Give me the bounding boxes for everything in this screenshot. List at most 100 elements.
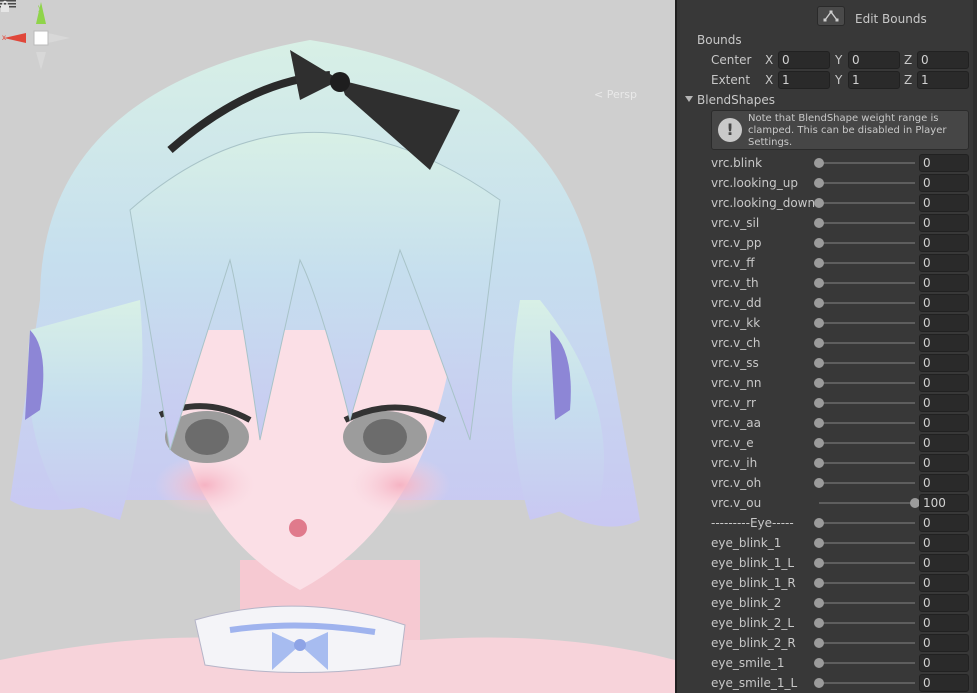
- blendshape-slider-thumb[interactable]: [814, 518, 824, 528]
- blendshape-label: vrc.v_ou: [711, 496, 762, 510]
- blendshape-slider-track[interactable]: [819, 682, 915, 684]
- blendshape-slider-thumb[interactable]: [814, 438, 824, 448]
- blendshape-slider-thumb[interactable]: [814, 418, 824, 428]
- blendshape-value-field[interactable]: 0: [919, 174, 969, 192]
- blendshape-value-field[interactable]: 0: [919, 474, 969, 492]
- blendshape-value-field[interactable]: 0: [919, 454, 969, 472]
- blendshape-slider-thumb[interactable]: [814, 478, 824, 488]
- blendshape-slider-thumb[interactable]: [814, 298, 824, 308]
- blendshape-slider-thumb[interactable]: [814, 638, 824, 648]
- blendshape-slider-track[interactable]: [819, 162, 915, 164]
- blendshape-slider-thumb[interactable]: [814, 278, 824, 288]
- blendshape-slider-thumb[interactable]: [814, 178, 824, 188]
- center-y-field[interactable]: 0: [848, 51, 900, 69]
- blendshape-value-field[interactable]: 0: [919, 654, 969, 672]
- blendshape-value-field[interactable]: 0: [919, 254, 969, 272]
- extent-y-field[interactable]: 1: [848, 71, 900, 89]
- blendshape-slider-thumb[interactable]: [814, 378, 824, 388]
- blendshape-slider-thumb[interactable]: [814, 458, 824, 468]
- blendshape-value-field[interactable]: 0: [919, 554, 969, 572]
- blendshape-value-field[interactable]: 100: [919, 494, 969, 512]
- blendshape-slider-track[interactable]: [819, 182, 915, 184]
- blendshapes-header[interactable]: BlendShapes: [697, 93, 775, 107]
- blendshape-value-field[interactable]: 0: [919, 234, 969, 252]
- blendshape-slider-thumb[interactable]: [814, 218, 824, 228]
- blendshape-value-field[interactable]: 0: [919, 394, 969, 412]
- blendshape-slider-track[interactable]: [819, 622, 915, 624]
- blendshape-value-field[interactable]: 0: [919, 154, 969, 172]
- blendshape-value-field[interactable]: 0: [919, 194, 969, 212]
- blendshape-slider-track[interactable]: [819, 462, 915, 464]
- blendshape-value-field[interactable]: 0: [919, 354, 969, 372]
- blendshape-slider-thumb[interactable]: [814, 198, 824, 208]
- blendshape-slider-thumb[interactable]: [814, 398, 824, 408]
- orientation-gizmo[interactable]: y x: [0, 0, 72, 72]
- lock-icon[interactable]: [0, 0, 10, 12]
- scene-view[interactable]: y x < Persp: [0, 0, 675, 693]
- blendshape-slider-track[interactable]: [819, 222, 915, 224]
- blendshape-value-field[interactable]: 0: [919, 634, 969, 652]
- blendshape-slider-thumb[interactable]: [814, 318, 824, 328]
- blendshape-label: vrc.v_th: [711, 276, 759, 290]
- blendshape-slider-thumb[interactable]: [814, 578, 824, 588]
- blendshape-slider-track[interactable]: [819, 382, 915, 384]
- blendshape-slider-track[interactable]: [819, 202, 915, 204]
- blendshape-slider-thumb[interactable]: [814, 158, 824, 168]
- blendshape-value-field[interactable]: 0: [919, 674, 969, 692]
- blendshape-slider-thumb[interactable]: [814, 338, 824, 348]
- blendshape-slider-thumb[interactable]: [814, 258, 824, 268]
- extent-x-field[interactable]: 1: [778, 71, 830, 89]
- blendshape-value-field[interactable]: 0: [919, 294, 969, 312]
- center-z-field[interactable]: 0: [917, 51, 969, 69]
- blendshape-slider-track[interactable]: [819, 342, 915, 344]
- blendshape-value-field[interactable]: 0: [919, 314, 969, 332]
- extent-z-field[interactable]: 1: [917, 71, 969, 89]
- blendshape-value-field[interactable]: 0: [919, 414, 969, 432]
- blendshape-value-field[interactable]: 0: [919, 514, 969, 532]
- inspector-scrollbar[interactable]: [973, 0, 977, 693]
- blendshape-label: vrc.v_ss: [711, 356, 759, 370]
- blendshape-slider-track[interactable]: [819, 642, 915, 644]
- blendshape-slider-track[interactable]: [819, 322, 915, 324]
- blendshape-value-field[interactable]: 0: [919, 274, 969, 292]
- blendshape-value-field[interactable]: 0: [919, 434, 969, 452]
- blendshape-slider-track[interactable]: [819, 442, 915, 444]
- blendshape-value-field[interactable]: 0: [919, 374, 969, 392]
- blendshape-value-field[interactable]: 0: [919, 334, 969, 352]
- blendshape-slider-thumb[interactable]: [814, 238, 824, 248]
- blendshape-slider-track[interactable]: [819, 522, 915, 524]
- persp-label[interactable]: < Persp: [594, 88, 637, 101]
- blendshape-value-field[interactable]: 0: [919, 614, 969, 632]
- blendshape-slider-thumb[interactable]: [814, 618, 824, 628]
- blendshape-slider-track[interactable]: [819, 302, 915, 304]
- blendshape-slider-track[interactable]: [819, 362, 915, 364]
- blendshape-slider-thumb[interactable]: [814, 558, 824, 568]
- blendshape-slider-track[interactable]: [819, 582, 915, 584]
- blendshape-slider-track[interactable]: [819, 242, 915, 244]
- center-x-field[interactable]: 0: [778, 51, 830, 69]
- blendshape-slider-track[interactable]: [819, 562, 915, 564]
- blendshape-slider-track[interactable]: [819, 402, 915, 404]
- blendshape-label: eye_smile_1_L: [711, 676, 798, 690]
- blendshape-slider-track[interactable]: [819, 502, 915, 504]
- blendshape-slider-thumb[interactable]: [814, 658, 824, 668]
- extent-x-label: X: [765, 73, 774, 87]
- edit-bounds-button[interactable]: [817, 6, 845, 26]
- blendshape-value-field[interactable]: 0: [919, 574, 969, 592]
- blendshapes-foldout-arrow-icon[interactable]: [685, 96, 693, 102]
- blendshape-slider-track[interactable]: [819, 602, 915, 604]
- blendshape-slider-track[interactable]: [819, 262, 915, 264]
- blendshape-value-field[interactable]: 0: [919, 594, 969, 612]
- blendshape-slider-thumb[interactable]: [814, 598, 824, 608]
- blendshape-value-field[interactable]: 0: [919, 214, 969, 232]
- blendshape-slider-track[interactable]: [819, 662, 915, 664]
- blendshape-value-field[interactable]: 0: [919, 534, 969, 552]
- blendshape-slider-thumb[interactable]: [814, 678, 824, 688]
- blendshape-slider-track[interactable]: [819, 422, 915, 424]
- blendshape-slider-track[interactable]: [819, 282, 915, 284]
- blendshape-slider-thumb[interactable]: [814, 358, 824, 368]
- blendshape-slider-track[interactable]: [819, 482, 915, 484]
- blendshape-slider-track[interactable]: [819, 542, 915, 544]
- blendshape-label: eye_blink_1_R: [711, 576, 796, 590]
- blendshape-slider-thumb[interactable]: [814, 538, 824, 548]
